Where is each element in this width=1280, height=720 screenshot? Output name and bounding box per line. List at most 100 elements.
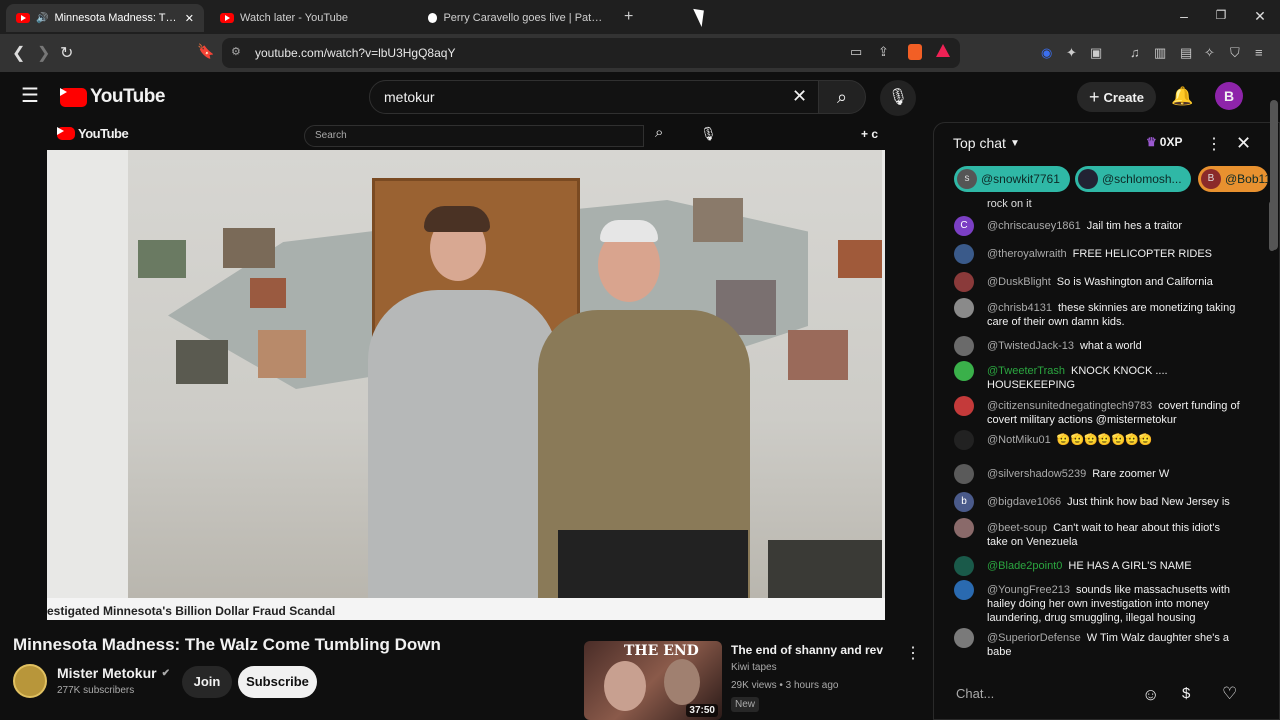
chat-user-avatar[interactable] [954,244,974,264]
search-input[interactable]: metokur [384,89,435,105]
back-icon[interactable]: ❮ [12,43,25,63]
reload-icon[interactable]: ↻ [60,43,73,63]
clear-search-icon[interactable]: ✕ [792,86,807,107]
close-window-button[interactable]: ✕ [1250,8,1270,25]
more-options-icon[interactable]: ⋮ [905,643,921,663]
chat-username[interactable]: @bigdave1066 [987,496,1061,508]
wall-photo [838,240,882,278]
voice-search-button[interactable]: 🎙 [880,80,916,116]
chat-username[interactable]: @TwistedJack-13 [987,340,1074,352]
subscribe-button[interactable]: Subscribe [238,666,317,698]
forward-icon[interactable]: ❯ [37,43,50,63]
chat-username[interactable]: @theroyalwraith [987,248,1067,260]
chat-user-avatar[interactable] [954,518,974,538]
recommended-title[interactable]: The end of shanny and rev [731,643,883,657]
chat-user-avatar[interactable] [954,430,974,450]
audio-icon[interactable]: 🔊 [36,13,48,24]
tab-close-icon[interactable]: ✕ [185,12,194,25]
chat-username[interactable]: @chrisb4131 [987,302,1052,314]
close-chat-icon[interactable]: ✕ [1236,133,1251,154]
chat-username[interactable]: @beet-soup [987,522,1047,534]
hamburger-menu-icon[interactable]: ☰ [21,86,39,106]
page-scrollbar[interactable] [1270,100,1278,250]
wallet-icon[interactable]: ▣ [1090,45,1102,61]
chat-mode-dropdown[interactable]: Top chat ▼ [953,135,1020,151]
tab-patreon[interactable]: Perry Caravello goes live | Patreon [418,4,614,32]
account-avatar[interactable]: B [1215,82,1243,110]
chat-username[interactable]: @SuperiorDefense [987,632,1081,644]
emoji-icon[interactable]: ☺ [1142,685,1159,705]
notifications-bell-icon[interactable]: 🔔 [1171,86,1193,107]
youtube-logo[interactable]: YouTube [60,86,165,108]
chat-user-avatar[interactable]: b [954,492,974,512]
microphone-icon: 🎙 [887,89,909,106]
bookmark-icon[interactable]: 🔖 [197,43,214,60]
chat-user-avatar[interactable] [954,336,974,356]
super-chat-icon[interactable]: $ [1182,685,1190,702]
chat-username[interactable]: @DuskBlight [987,276,1051,288]
url-text[interactable]: youtube.com/watch?v=lbU3HgQ8aqY [255,46,455,60]
chat-user-avatar[interactable] [954,464,974,484]
minimize-button[interactable]: – [1174,8,1194,24]
chat-username[interactable]: @silvershadow5239 [987,468,1086,480]
extension-globe-icon[interactable]: ◉ [1041,45,1052,61]
chat-username[interactable]: @TweeterTrash [987,365,1065,377]
thumbnail-text: THE END [624,643,699,659]
channel-name-row[interactable]: Mister Metokur ✔ [57,665,170,681]
chat-text: 🫡🫡🫡🫡🫡🫡🫡 [1056,434,1153,446]
recommended-thumbnail[interactable]: THE END 37:50 [584,641,722,720]
heart-icon[interactable]: ♡ [1222,684,1237,704]
brave-rewards-icon[interactable] [936,44,950,57]
chat-username[interactable]: @NotMiku01 [987,434,1051,446]
brave-shields-icon[interactable] [908,44,922,60]
share-icon[interactable]: ⇪ [878,44,889,60]
pinned-user-chip[interactable]: B @Bob11 [1198,166,1268,192]
extensions-puzzle-icon[interactable]: ✦ [1066,45,1077,61]
join-button[interactable]: Join [182,666,232,698]
new-tab-button[interactable]: + [624,8,633,26]
verified-icon: ✔ [161,667,170,679]
menu-icon[interactable]: ≡ [1255,45,1263,60]
chat-text: Jail tim hes a traitor [1086,220,1183,232]
cast-icon[interactable]: ▭ [850,44,862,60]
leo-ai-icon[interactable]: ✧ [1204,45,1215,61]
media-icon[interactable]: ♫ [1130,45,1140,60]
chat-user-avatar[interactable] [954,361,974,381]
subscriber-count: 277K subscribers [57,685,135,696]
xp-badge[interactable]: ♛ 0XP [1146,135,1182,149]
tab-minnesota-madness[interactable]: 🔊 Minnesota Madness: The Wal ✕ [6,4,204,32]
chat-user-avatar[interactable] [954,298,974,318]
pinned-user-chip[interactable]: s @snowkit7761 [954,166,1070,192]
chat-input[interactable]: Chat... [956,679,1156,709]
search-button[interactable]: ⌕ [818,80,866,114]
video-player[interactable]: YouTube Search ⌕ 🎙 + c estigated Minneso… [47,122,885,620]
chat-message: @chrisb4131 these skinnies are monetizing… [987,301,1242,329]
chat-user-avatar[interactable]: C [954,216,974,236]
maximize-button[interactable]: ❐ [1211,8,1231,22]
chat-user-avatar[interactable] [954,556,974,576]
chat-username[interactable]: @Blade2point0 [987,560,1062,572]
vpn-icon[interactable]: ⛉ [1230,45,1240,61]
pinned-user-chip[interactable]: @schlomosh... [1075,166,1191,192]
tab-watch-later[interactable]: Watch later - YouTube [210,4,408,32]
site-info-icon[interactable]: ⚙ [231,45,241,58]
channel-avatar[interactable] [13,664,47,698]
person-hair [424,206,490,232]
chip-avatar: s [957,169,977,189]
search-box[interactable]: metokur ✕ [369,80,819,114]
recommended-channel[interactable]: Kiwi tapes [731,662,777,673]
chat-user-avatar[interactable] [954,396,974,416]
chat-username[interactable]: @chriscausey1861 [987,220,1081,232]
chat-username[interactable]: @citizensunitednegatingtech9783 [987,400,1152,412]
chat-user-avatar[interactable] [954,628,974,648]
chat-user-avatar[interactable] [954,272,974,292]
create-button[interactable]: + Create [1077,82,1156,112]
channel-name[interactable]: Mister Metokur [57,665,157,681]
address-bar[interactable]: ⚙ youtube.com/watch?v=lbU3HgQ8aqY ▭ ⇪ [222,38,960,68]
chat-message: @chriscausey1861 Jail tim hes a traitor [987,219,1242,233]
chat-user-avatar[interactable] [954,580,974,600]
chat-username[interactable]: @YoungFree213 [987,584,1070,596]
chat-more-icon[interactable]: ⋮ [1206,134,1222,154]
sidebar-icon[interactable]: ▥ [1154,45,1166,61]
wallet-card-icon[interactable]: ▤ [1180,45,1192,61]
